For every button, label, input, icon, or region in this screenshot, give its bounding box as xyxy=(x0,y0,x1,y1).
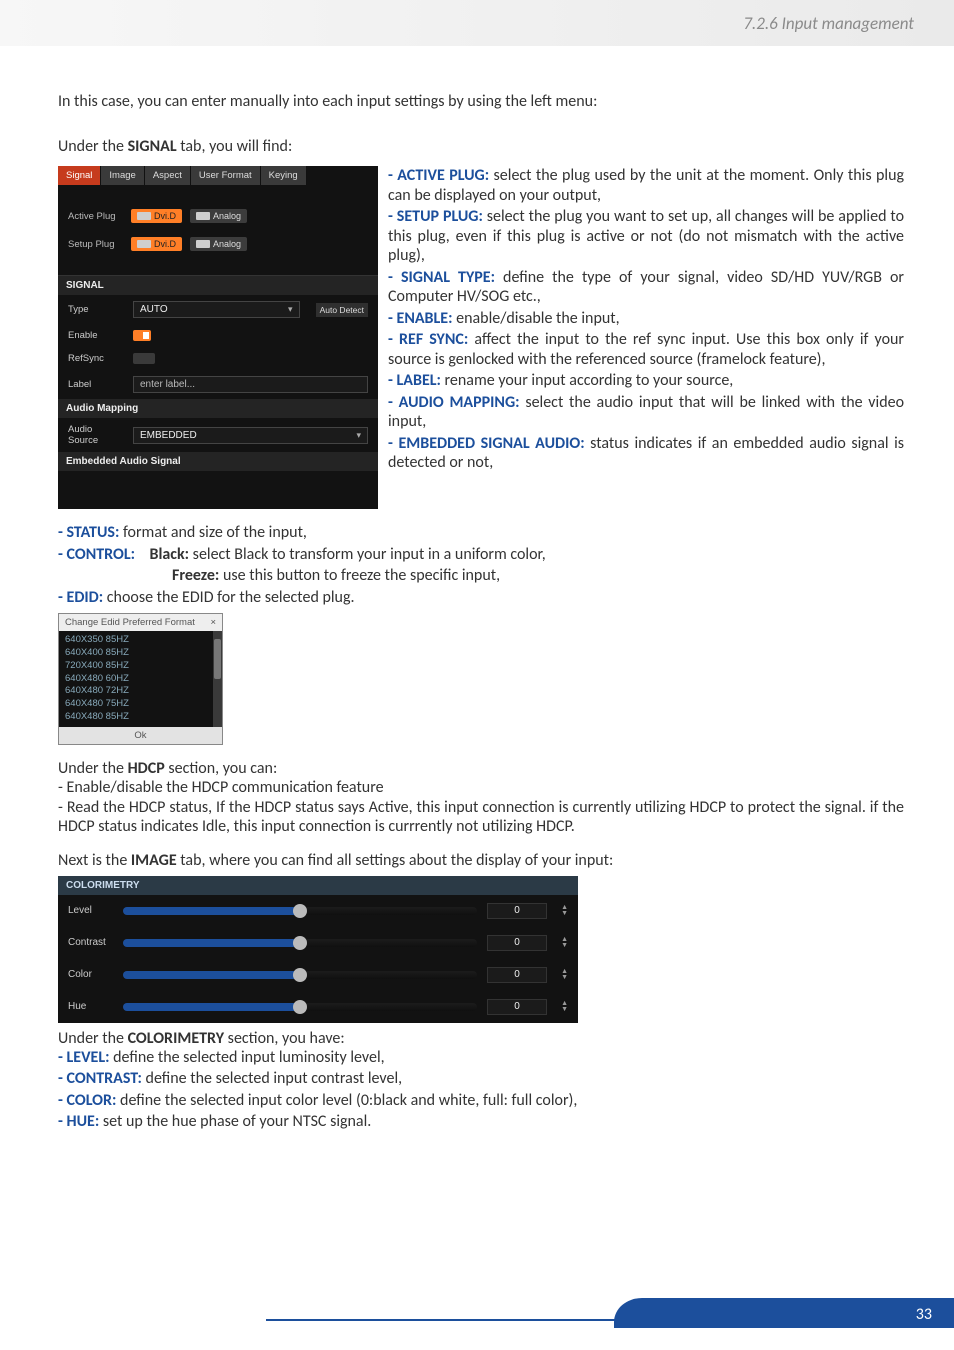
enable-toggle[interactable] xyxy=(133,330,151,341)
under-hdcp-line: Under the HDCP section, you can: xyxy=(58,759,904,779)
level-slider[interactable] xyxy=(123,907,477,915)
audio-source-label: Audio Source xyxy=(68,424,123,446)
colorimetry-header: COLORIMETRY xyxy=(58,876,578,895)
status-line: - STATUS: format and size of the input, xyxy=(58,523,904,543)
type-select[interactable]: AUTO▾ xyxy=(133,301,300,318)
color-value[interactable]: 0 xyxy=(487,967,547,983)
signal-panel-screenshot: Signal Image Aspect User Format Keying A… xyxy=(58,166,378,509)
next-image-line: Next is the IMAGE tab, where you can fin… xyxy=(58,851,904,870)
setup-plug-label: Setup Plug xyxy=(68,239,123,250)
hue-row: Hue 0 ▲▼ xyxy=(58,991,578,1023)
label-input[interactable]: enter label... xyxy=(133,376,368,393)
color-def: - COLOR: define the selected input color… xyxy=(58,1091,904,1111)
enable-label: Enable xyxy=(68,330,123,341)
tab-aspect[interactable]: Aspect xyxy=(145,166,191,185)
hue-value[interactable]: 0 xyxy=(487,999,547,1015)
active-plug-label: Active Plug xyxy=(68,211,123,222)
tab-user-format[interactable]: User Format xyxy=(191,166,261,185)
contrast-value[interactable]: 0 xyxy=(487,935,547,951)
color-slider[interactable] xyxy=(123,971,477,979)
tab-keying[interactable]: Keying xyxy=(261,166,307,185)
hue-slider[interactable] xyxy=(123,1003,477,1011)
hdcp-line-2: - Read the HDCP status, If the HDCP stat… xyxy=(58,798,904,837)
under-colorimetry-line: Under the COLORIMETRY section, you have: xyxy=(58,1029,904,1048)
chevron-down-icon: ▾ xyxy=(356,430,361,441)
page-header: 7.2.6 Input management xyxy=(0,0,954,46)
edid-modal-title: Change Edid Preferred Format xyxy=(65,617,195,628)
signal-subheader: SIGNAL xyxy=(58,276,378,295)
stepper-icon[interactable]: ▲▼ xyxy=(561,969,568,981)
ok-button[interactable]: Ok xyxy=(59,727,222,744)
list-item[interactable]: 720X400 85HZ xyxy=(65,660,222,673)
contrast-def: - CONTRAST: define the selected input co… xyxy=(58,1069,904,1089)
label-label: Label xyxy=(68,379,123,390)
header-section-title: 7.2.6 Input management xyxy=(743,13,914,34)
refsync-toggle[interactable] xyxy=(133,353,155,364)
refsync-label: RefSync xyxy=(68,353,123,364)
edid-line: - EDID: choose the EDID for the selected… xyxy=(58,588,904,608)
close-icon[interactable]: × xyxy=(210,617,216,628)
audio-source-select[interactable]: EMBEDDED▾ xyxy=(133,427,368,444)
signal-definitions: - ACTIVE PLUG: select the plug used by t… xyxy=(388,166,904,509)
type-label: Type xyxy=(68,304,123,315)
stepper-icon[interactable]: ▲▼ xyxy=(561,1001,568,1013)
signal-tabs: Signal Image Aspect User Format Keying xyxy=(58,166,378,185)
level-value[interactable]: 0 xyxy=(487,903,547,919)
hdmi-icon xyxy=(137,212,151,220)
vga-icon xyxy=(196,240,210,248)
auto-detect-button[interactable]: Auto Detect xyxy=(316,303,368,317)
intro-text: In this case, you can enter manually int… xyxy=(58,92,904,111)
tab-image[interactable]: Image xyxy=(101,166,144,185)
chevron-down-icon: ▾ xyxy=(288,304,293,315)
edid-list[interactable]: 640X350 85HZ 640X400 85HZ 720X400 85HZ 6… xyxy=(59,631,222,727)
hue-def: - HUE: set up the hue phase of your NTSC… xyxy=(58,1112,904,1132)
color-row: Color 0 ▲▼ xyxy=(58,959,578,991)
colorimetry-panel-screenshot: COLORIMETRY Level 0 ▲▼ Contrast 0 ▲▼ Col… xyxy=(58,876,578,1023)
setup-plug-analog[interactable]: Analog xyxy=(190,237,247,251)
list-item[interactable]: 640X480 75HZ xyxy=(65,698,222,711)
list-item[interactable]: 640X350 85HZ xyxy=(65,634,222,647)
hdmi-icon xyxy=(137,240,151,248)
list-item[interactable]: 640X480 85HZ xyxy=(65,711,222,724)
setup-plug-dvid[interactable]: Dvi.D xyxy=(131,237,182,251)
edid-modal-screenshot: Change Edid Preferred Format × 640X350 8… xyxy=(58,613,223,745)
list-item[interactable]: 640X480 72HZ xyxy=(65,685,222,698)
tab-signal[interactable]: Signal xyxy=(58,166,101,185)
footer-swoosh xyxy=(614,1298,954,1328)
contrast-row: Contrast 0 ▲▼ xyxy=(58,927,578,959)
level-def: - LEVEL: define the selected input lumin… xyxy=(58,1048,904,1068)
level-row: Level 0 ▲▼ xyxy=(58,895,578,927)
contrast-slider[interactable] xyxy=(123,939,477,947)
list-item[interactable]: 640X480 60HZ xyxy=(65,673,222,686)
stepper-icon[interactable]: ▲▼ xyxy=(561,905,568,917)
embedded-audio-header: Embedded Audio Signal xyxy=(58,452,378,471)
page-number: 33 xyxy=(916,1305,932,1324)
scrollbar[interactable] xyxy=(213,631,222,727)
stepper-icon[interactable]: ▲▼ xyxy=(561,937,568,949)
control-freeze-line: Freeze: use this button to freeze the sp… xyxy=(58,566,904,586)
active-plug-analog[interactable]: Analog xyxy=(190,209,247,223)
hdcp-line-1: - Enable/disable the HDCP communication … xyxy=(58,778,904,798)
list-item[interactable]: 640X400 85HZ xyxy=(65,647,222,660)
active-plug-dvid[interactable]: Dvi.D xyxy=(131,209,182,223)
control-black-line: - CONTROL: Black: select Black to transf… xyxy=(58,545,904,565)
vga-icon xyxy=(196,212,210,220)
audio-mapping-header: Audio Mapping xyxy=(58,399,378,418)
under-signal-line: Under the SIGNAL tab, you will find: xyxy=(58,137,904,156)
